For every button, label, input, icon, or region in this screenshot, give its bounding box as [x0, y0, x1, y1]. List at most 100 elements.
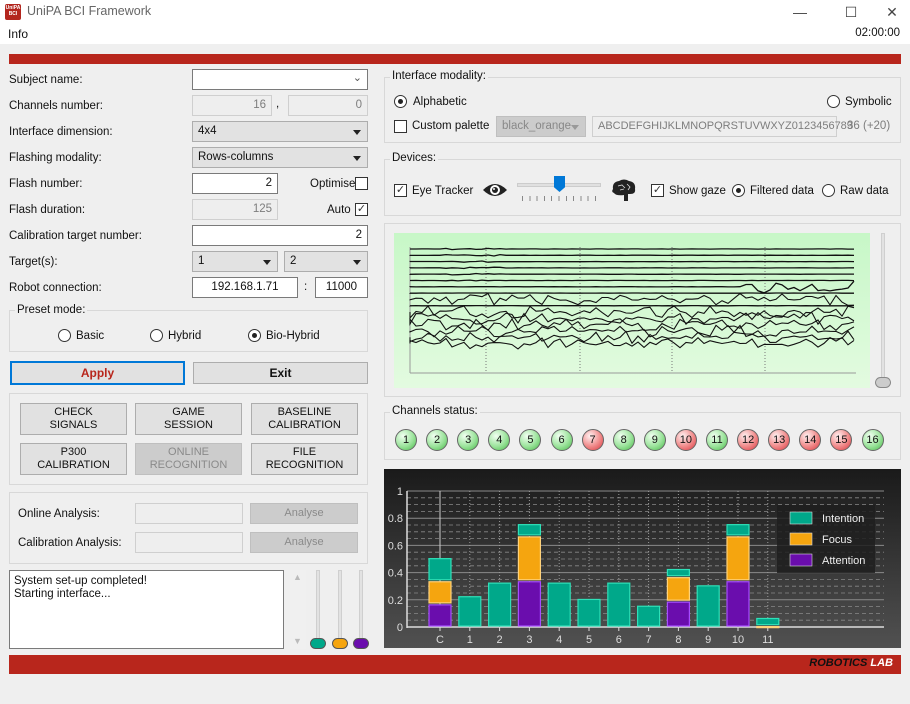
- title-bar: UniPA BCI UniPA BCI Framework — ☐ ✕: [0, 0, 910, 24]
- calibration-target-field[interactable]: 2: [192, 225, 368, 246]
- baseline-calibration-button[interactable]: BASELINE CALIBRATION: [251, 403, 358, 435]
- eeg-trace: [409, 266, 855, 270]
- online-analysis-field[interactable]: [135, 503, 243, 524]
- eeg-trace: [409, 272, 854, 276]
- log-scrollbar[interactable]: ▲ ▼: [290, 570, 306, 649]
- logo-lab: LAB: [870, 657, 893, 669]
- show-gaze-checkbox[interactable]: ✓: [651, 184, 664, 197]
- x-tick-label: 9: [705, 634, 711, 646]
- flash-number-field[interactable]: 2: [192, 173, 278, 194]
- dropdown-arrow-icon: [353, 156, 361, 161]
- channel-indicator: 2: [426, 429, 449, 451]
- close-button[interactable]: ✕: [877, 2, 907, 22]
- plot-scale-slider-handle[interactable]: [875, 377, 891, 388]
- robot-port-field[interactable]: 11000: [315, 277, 368, 298]
- subject-name-combo[interactable]: ⌄: [192, 69, 368, 90]
- eye-tracker-checkbox[interactable]: ✓: [394, 184, 407, 197]
- flashing-modality-label: Flashing modality:: [9, 152, 102, 164]
- log-line: System set-up completed!: [14, 575, 147, 587]
- bar-attention: [428, 604, 452, 627]
- calibration-analyse-button[interactable]: Analyse: [250, 532, 358, 553]
- button-label-line: RECOGNITION: [149, 459, 228, 471]
- check-signals-button[interactable]: CHECK SIGNALS: [20, 403, 127, 435]
- mental-state-chart: 0 0.2 0.4 0.6 0.8 1 C 1 2 3 4 5 6 7 8 9 10 11 Intention Foc…: [384, 469, 901, 648]
- apply-button[interactable]: Apply: [10, 361, 185, 385]
- bar-intention: [756, 617, 780, 626]
- robot-ip-field[interactable]: 192.168.1.71: [192, 277, 298, 298]
- attention-slider-handle[interactable]: [353, 638, 369, 649]
- preset-biohybrid-radio[interactable]: [248, 329, 261, 342]
- channels-number-field[interactable]: 16: [192, 95, 272, 116]
- aux-channels-field[interactable]: 0: [288, 95, 368, 116]
- filtered-data-radio[interactable]: [732, 184, 745, 197]
- target1-select[interactable]: 1: [192, 251, 278, 272]
- channel-indicator: 16: [861, 429, 884, 451]
- game-session-button[interactable]: GAME SESSION: [135, 403, 242, 435]
- online-analyse-button[interactable]: Analyse: [250, 503, 358, 524]
- auto-label: Auto: [327, 204, 351, 216]
- target2-select[interactable]: 2: [284, 251, 368, 272]
- x-tick-label: C: [436, 634, 444, 646]
- interface-dimension-select[interactable]: 4x4: [192, 121, 368, 142]
- flashing-modality-select[interactable]: Rows-columns: [192, 147, 368, 168]
- interface-dimension-label: Interface dimension:: [9, 126, 113, 138]
- eeg-trace: [409, 311, 855, 327]
- flash-number-label: Flash number:: [9, 178, 83, 190]
- optimise-checkbox[interactable]: [355, 177, 368, 190]
- preset-hybrid-label: Hybrid: [168, 330, 202, 342]
- focus-slider-handle[interactable]: [332, 638, 348, 649]
- preset-basic-radio[interactable]: [58, 329, 71, 342]
- preset-hybrid-radio[interactable]: [150, 329, 163, 342]
- calibration-analysis-label: Calibration Analysis:: [18, 537, 122, 549]
- raw-data-radio[interactable]: [822, 184, 835, 197]
- window-title: UniPA BCI Framework: [27, 4, 152, 18]
- palette-select[interactable]: black_orange: [496, 116, 586, 137]
- symbolic-radio[interactable]: [827, 95, 840, 108]
- channel-indicator: 8: [612, 429, 635, 451]
- flash-duration-field[interactable]: 125: [192, 199, 278, 220]
- channels-separator: ,: [276, 98, 280, 110]
- alphabetic-radio[interactable]: [394, 95, 407, 108]
- dropdown-arrow-icon: [353, 130, 361, 135]
- button-label-line: CHECK: [54, 406, 93, 418]
- show-gaze-label: Show gaze: [669, 185, 726, 197]
- calibration-analysis-field[interactable]: [135, 532, 243, 553]
- online-analysis-label: Online Analysis:: [18, 508, 100, 520]
- menu-info[interactable]: Info: [8, 27, 28, 41]
- eeg-trace: [409, 330, 855, 345]
- intention-level-slider[interactable]: [316, 570, 320, 640]
- brain-icon: [612, 179, 636, 201]
- eeg-trace: [409, 292, 855, 306]
- scroll-up-icon[interactable]: ▲: [293, 572, 302, 582]
- file-recognition-button[interactable]: FILE RECOGNITION: [251, 443, 358, 475]
- x-tick-label: 1: [467, 634, 473, 646]
- scroll-down-icon[interactable]: ▼: [293, 636, 302, 646]
- channel-indicator: 1: [395, 429, 417, 451]
- custom-palette-checkbox[interactable]: [394, 120, 407, 133]
- dropdown-arrow-icon: [353, 260, 361, 265]
- log-output[interactable]: System set-up completed! Starting interf…: [9, 570, 284, 649]
- dropdown-arrow-icon: [571, 125, 579, 130]
- menu-bar: Info 02:00:00: [0, 24, 910, 44]
- x-tick-label: 5: [586, 634, 592, 646]
- x-tick-label: 3: [526, 634, 532, 646]
- exit-button[interactable]: Exit: [193, 362, 368, 384]
- legend-label-attention: Attention: [822, 555, 865, 567]
- p300-calibration-button[interactable]: P300 CALIBRATION: [20, 443, 127, 475]
- focus-level-slider[interactable]: [338, 570, 342, 640]
- button-label-line: BASELINE: [277, 406, 332, 418]
- attention-level-slider[interactable]: [359, 570, 363, 640]
- eeg-trace: [409, 305, 855, 320]
- minimize-button[interactable]: —: [785, 2, 815, 22]
- bar-intention: [577, 598, 601, 627]
- maximize-button[interactable]: ☐: [836, 2, 866, 22]
- plot-scale-slider-track[interactable]: [881, 233, 885, 381]
- intention-slider-handle[interactable]: [310, 638, 326, 649]
- channel-indicator: 7: [581, 429, 604, 451]
- charset-field[interactable]: ABCDEFGHIJKLMNOPQRSTUVWXYZ0123456789: [592, 116, 853, 137]
- eeg-trace: [409, 279, 855, 282]
- online-recognition-button[interactable]: ONLINE RECOGNITION: [135, 443, 242, 475]
- bar-intention: [547, 582, 571, 627]
- bar-attention: [666, 601, 690, 627]
- auto-checkbox[interactable]: ✓: [355, 203, 368, 216]
